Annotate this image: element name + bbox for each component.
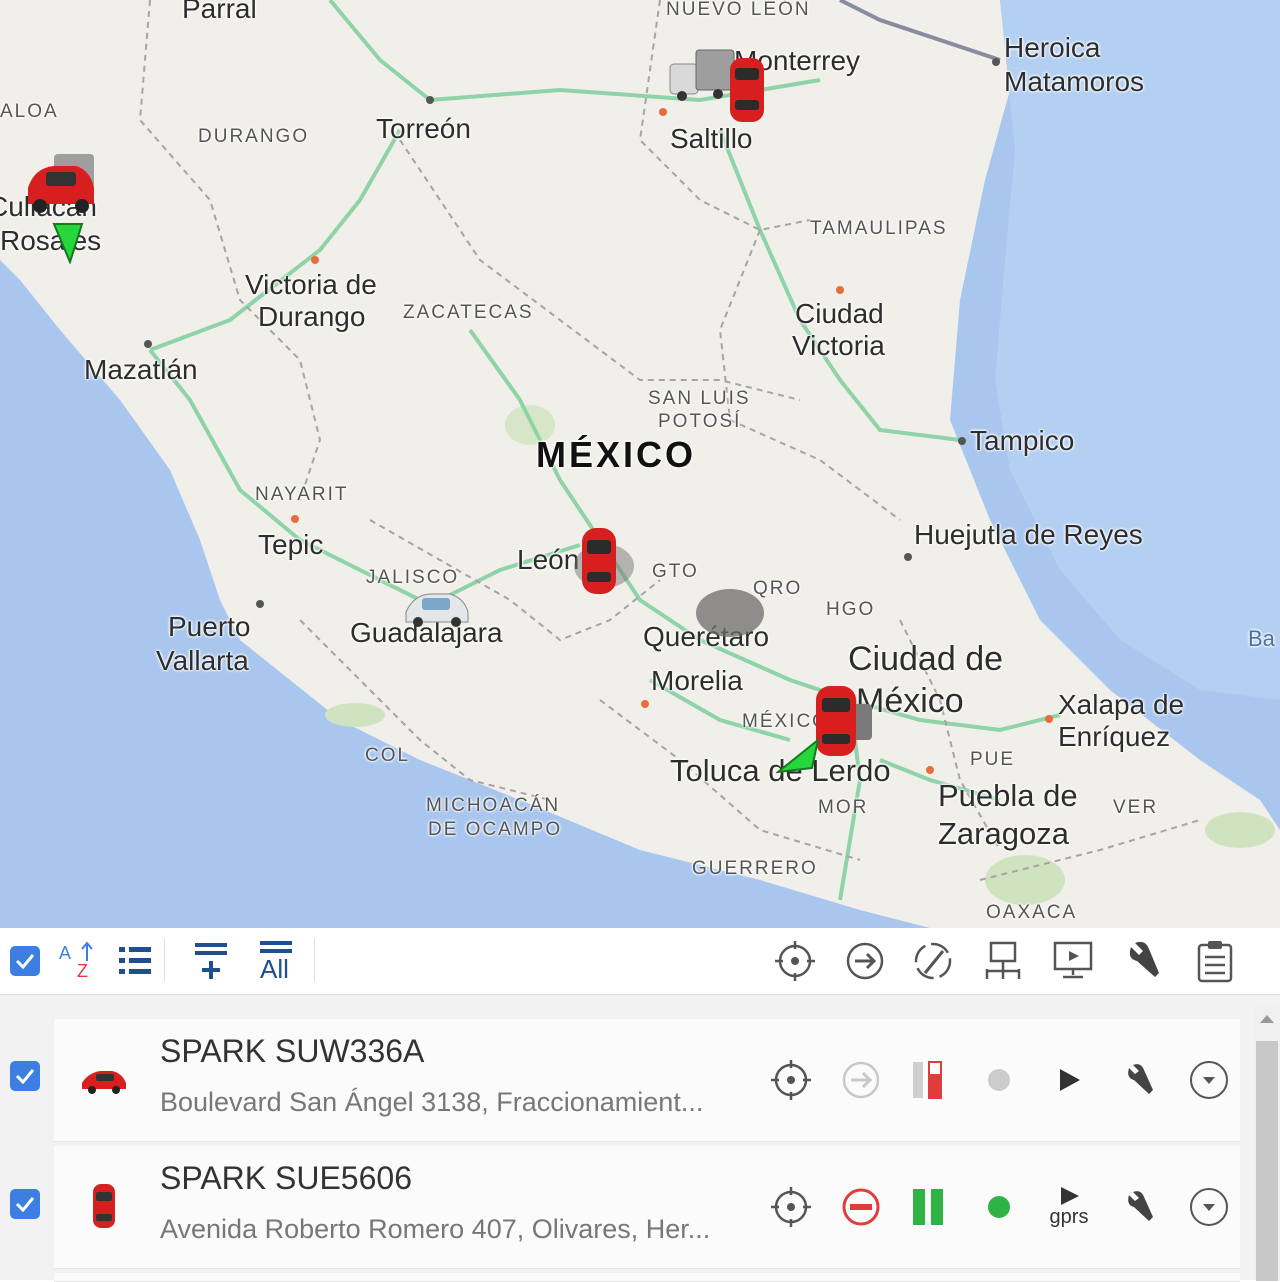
scroll-thumb[interactable] [1256, 1041, 1278, 1281]
expand-chevron-icon[interactable] [1184, 1182, 1234, 1232]
city-label: Ciudad [795, 298, 884, 329]
vehicle-address: Boulevard San Ángel 3138, Fraccionamient… [160, 1087, 704, 1117]
state-label: PUE [970, 749, 1016, 770]
state-label: MOR [818, 797, 869, 818]
vehicle-address: Avenida Roberto Romero 407, Olivares, He… [160, 1214, 711, 1244]
clipboard-icon[interactable] [1190, 936, 1240, 986]
monitor-icon[interactable] [1048, 936, 1098, 986]
follow-icon[interactable] [840, 936, 890, 986]
status-dot [974, 1182, 1024, 1232]
city-label: Vallarta [156, 645, 249, 676]
gprs-icon[interactable]: gprs [1044, 1176, 1094, 1236]
row-checkbox[interactable] [0, 1179, 50, 1229]
expand-chevron-icon[interactable] [1184, 1055, 1234, 1105]
state-label: GTO [652, 561, 699, 582]
locate-icon[interactable] [766, 1055, 816, 1105]
country-label: MÉXICO [536, 434, 697, 475]
city-label: Puerto [168, 611, 251, 642]
city-label: León [517, 544, 580, 575]
wrench-icon[interactable] [1114, 1182, 1164, 1232]
direction-arrow-icon [52, 223, 84, 264]
red-car-top-icon [93, 1184, 115, 1228]
city-label: Puebla de [938, 778, 1078, 813]
svg-text:Z: Z [77, 961, 88, 981]
gprs-label: gprs [1049, 1206, 1089, 1228]
car-marker-icon[interactable] [24, 148, 98, 218]
locate-icon[interactable] [770, 936, 820, 986]
city-label: Durango [258, 301, 366, 332]
signal-high-icon [904, 1182, 954, 1232]
list-item[interactable]: SPARK SUE5606 Avenida Roberto Romero 407… [54, 1146, 1240, 1269]
city-label: Ba [1248, 626, 1275, 651]
track-icon[interactable] [908, 936, 958, 986]
signal-low-icon [904, 1055, 954, 1105]
locate-icon[interactable] [766, 1182, 816, 1232]
red-car-side-icon [82, 1071, 126, 1094]
state-label: NUEVO LEÓN [666, 0, 811, 20]
status-dot [974, 1055, 1024, 1105]
car-marker-icon[interactable] [572, 526, 636, 598]
city-label: Xalapa de [1058, 689, 1185, 720]
city-label: Torreón [376, 113, 471, 144]
state-label: GUERRERO [692, 858, 818, 879]
sort-az-icon[interactable]: AZ [54, 936, 100, 986]
wrench-icon[interactable] [1114, 1055, 1164, 1105]
state-label: MICHOACÁN [426, 795, 561, 816]
car-marker-icon[interactable] [402, 588, 470, 628]
svg-text:A: A [59, 943, 71, 963]
city-label: Zaragoza [938, 816, 1069, 851]
city-label: Rosales [0, 225, 102, 256]
wrench-icon[interactable] [1118, 936, 1168, 986]
city-label: Victoria [792, 330, 885, 361]
all-groups-button[interactable]: All [252, 936, 302, 986]
follow-disabled-icon[interactable] [836, 1055, 886, 1105]
state-label: SAN LUIS [648, 388, 751, 409]
car-marker-icon[interactable] [724, 54, 770, 126]
state-label: VER [1113, 797, 1159, 818]
city-label: Tepic [258, 529, 324, 560]
city-label: Heroica [1004, 32, 1101, 63]
play-icon[interactable] [1044, 1055, 1094, 1105]
add-group-icon[interactable] [188, 936, 234, 986]
state-label: TAMAULIPAS [810, 218, 948, 239]
city-label: Huejutla de Reyes [914, 519, 1143, 550]
toolbar: AZ All [0, 928, 1280, 995]
state-label: JALISCO [366, 567, 460, 588]
state-label: ZACATECAS [403, 302, 534, 323]
city-label: Enríquez [1058, 721, 1171, 752]
city-label: Tampico [970, 425, 1075, 456]
direction-arrow-icon [776, 738, 820, 774]
vehicle-list: SPARK SUW336A Boulevard San Ángel 3138, … [0, 995, 1280, 1282]
state-label: COL [365, 745, 411, 766]
city-label: Mazatlán [84, 354, 198, 385]
state-label: DURANGO [198, 126, 310, 147]
city-label: Victoria de [245, 269, 377, 300]
scroll-up-icon[interactable] [1254, 1005, 1280, 1031]
row-checkbox[interactable] [0, 1051, 50, 1101]
state-label: NAYARIT [255, 484, 349, 505]
list-item[interactable]: SPARK SUW336A Boulevard San Ángel 3138, … [54, 1019, 1240, 1142]
select-all-checkbox[interactable] [8, 936, 42, 986]
list-icon[interactable] [112, 936, 158, 986]
scrollbar[interactable] [1254, 1005, 1280, 1281]
state-label: POTOSÍ [658, 411, 742, 432]
state-label: DE OCAMPO [428, 819, 563, 840]
state-label: OAXACA [986, 902, 1078, 923]
city-label: Morelia [651, 665, 743, 696]
state-label: ALOA [0, 101, 59, 122]
map-view[interactable]: Parral Monterrey Heroica Matamoros Torre… [0, 0, 1280, 928]
city-label: Matamoros [1004, 66, 1145, 97]
city-label: Parral [182, 0, 257, 24]
stop-follow-icon[interactable] [836, 1182, 886, 1232]
city-label: Ciudad de [848, 640, 1004, 678]
network-icon[interactable] [978, 936, 1028, 986]
city-label: Saltillo [670, 123, 753, 154]
vehicle-cluster-icon[interactable] [694, 586, 766, 640]
list-item[interactable] [54, 1273, 1240, 1282]
all-label: All [260, 954, 289, 984]
vehicle-name: SPARK SUE5606 [160, 1160, 412, 1196]
vehicle-name: SPARK SUW336A [160, 1033, 425, 1069]
state-label: HGO [826, 599, 876, 620]
